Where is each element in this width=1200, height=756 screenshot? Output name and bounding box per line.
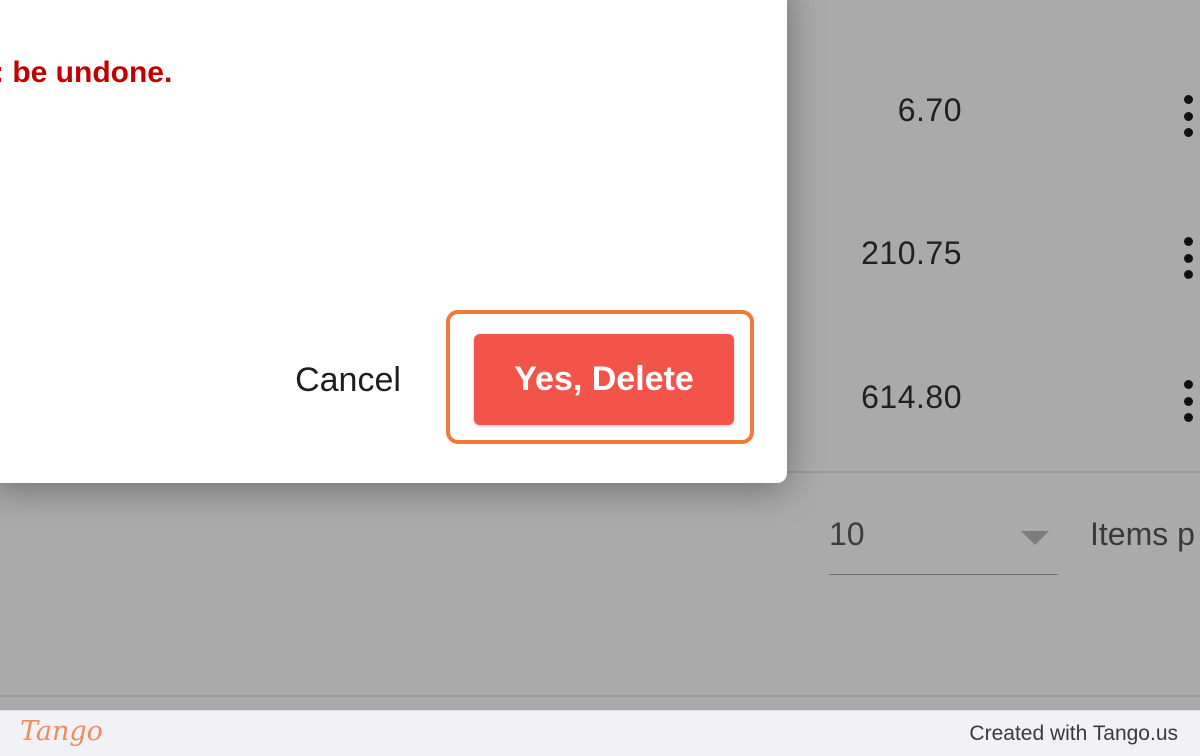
bottom-divider: [0, 695, 1200, 697]
kebab-menu-icon[interactable]: [1182, 95, 1194, 137]
caret-down-icon: [1021, 531, 1049, 545]
row-amount: 614.80: [861, 379, 962, 415]
dialog-warning-text: : be undone.: [0, 56, 173, 89]
items-per-page-value: 10: [829, 516, 865, 552]
kebab-menu-icon[interactable]: [1182, 237, 1194, 279]
items-per-page-label: Items p: [1090, 516, 1195, 552]
cancel-button[interactable]: Cancel: [283, 356, 413, 404]
items-per-page-select[interactable]: 10: [829, 510, 1058, 575]
yes-delete-button[interactable]: Yes, Delete: [474, 334, 734, 425]
tango-footer: Tango Created with Tango.us: [0, 710, 1200, 756]
delete-confirmation-dialog: : be undone. Cancel Yes, Delete: [0, 0, 787, 483]
tango-logo: Tango: [20, 716, 103, 747]
tango-credit-text: Created with Tango.us: [969, 722, 1178, 745]
row-amount: 210.75: [861, 235, 962, 271]
kebab-menu-icon[interactable]: [1182, 380, 1194, 422]
row-amount: 6.70: [897, 92, 962, 128]
